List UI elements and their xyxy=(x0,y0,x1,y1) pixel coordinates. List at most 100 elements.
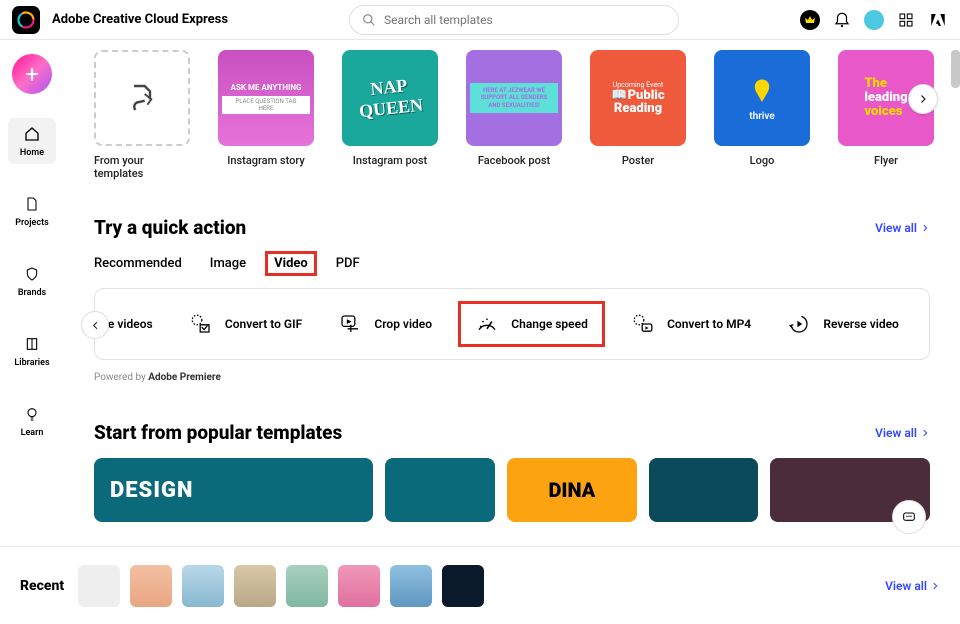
recent-thumbs xyxy=(78,565,484,607)
quick-action-card: ge videos Convert to GIF Crop video Chan… xyxy=(94,288,930,360)
recent-item[interactable] xyxy=(234,565,276,607)
action-label: Reverse video xyxy=(823,317,898,331)
recent-item[interactable] xyxy=(182,565,224,607)
sidebar-item-label: Libraries xyxy=(14,358,49,368)
template-instagram-story[interactable]: ASK ME ANYTHINGPLACE QUESTION TAG HERE I… xyxy=(218,50,314,180)
recent-item[interactable] xyxy=(286,565,328,607)
powered-by: Powered by Adobe Premiere xyxy=(94,372,930,383)
template-poster[interactable]: Upcoming Event📖PublicReading Poster xyxy=(590,50,686,180)
chevron-right-icon xyxy=(917,93,929,105)
sidebar-item-projects[interactable]: Projects xyxy=(8,188,56,234)
template-instagram-post[interactable]: NAPQUEEN Instagram post xyxy=(342,50,438,180)
template-thumb: thrive xyxy=(714,50,810,146)
template-thumb: NAPQUEEN xyxy=(342,50,438,146)
recent-item[interactable] xyxy=(442,565,484,607)
main-content: From your templates ASK ME ANYTHINGPLACE… xyxy=(64,40,960,546)
template-thumb: Upcoming Event📖PublicReading xyxy=(590,50,686,146)
action-convert-gif[interactable]: Convert to GIF xyxy=(179,301,312,347)
recent-item[interactable] xyxy=(390,565,432,607)
search-icon xyxy=(362,13,376,27)
premium-icon[interactable] xyxy=(800,10,820,30)
chat-icon xyxy=(901,509,917,525)
popular-template[interactable] xyxy=(385,458,495,522)
chevron-right-icon xyxy=(920,428,930,438)
recent-item[interactable] xyxy=(130,565,172,607)
book-icon xyxy=(22,334,42,354)
template-label: Instagram story xyxy=(227,154,304,167)
recent-item[interactable] xyxy=(338,565,380,607)
action-reverse-video[interactable]: Reverse video xyxy=(777,301,908,347)
template-logo[interactable]: thrive Logo xyxy=(714,50,810,180)
action-label: Crop video xyxy=(374,317,432,331)
template-label: Facebook post xyxy=(478,154,550,167)
action-label: Convert to MP4 xyxy=(667,317,751,331)
template-label: Flyer xyxy=(874,154,898,167)
sidebar-item-label: Projects xyxy=(15,218,48,228)
scroll-right-button[interactable] xyxy=(908,84,938,114)
apps-icon[interactable] xyxy=(896,10,916,30)
quick-action-tabs: Recommended Image Video PDF xyxy=(94,253,930,274)
search-box[interactable] xyxy=(349,5,679,35)
sidebar-item-label: Brands xyxy=(18,288,46,298)
section-title: Try a quick action xyxy=(94,216,246,239)
action-label: Convert to GIF xyxy=(225,317,302,331)
reverse-icon xyxy=(787,312,811,336)
template-thumb: ASK ME ANYTHINGPLACE QUESTION TAG HERE xyxy=(218,50,314,146)
view-all-link[interactable]: View all xyxy=(875,426,930,440)
popular-template[interactable] xyxy=(649,458,759,522)
top-bar: Adobe Creative Cloud Express xyxy=(0,0,960,40)
template-label: Poster xyxy=(622,154,654,167)
template-label: Instagram post xyxy=(353,154,427,167)
chevron-right-icon xyxy=(920,223,930,233)
sidebar-item-label: Home xyxy=(20,148,44,158)
tab-image[interactable]: Image xyxy=(210,253,246,274)
file-icon xyxy=(22,194,42,214)
template-label: Logo xyxy=(750,154,775,167)
avatar[interactable] xyxy=(864,10,884,30)
app-logo[interactable] xyxy=(12,6,40,34)
sidebar-item-libraries[interactable]: Libraries xyxy=(8,328,56,374)
sidebar-item-brands[interactable]: Brands xyxy=(8,258,56,304)
view-all-link[interactable]: View all xyxy=(875,221,930,235)
popular-template[interactable]: DESIGN xyxy=(94,458,373,522)
quick-action-header: Try a quick action View all xyxy=(94,216,930,239)
create-button[interactable]: + xyxy=(12,54,52,94)
action-change-speed[interactable]: Change speed xyxy=(458,301,605,347)
crop-icon xyxy=(338,312,362,336)
popular-templates-header: Start from popular templates View all xyxy=(94,421,930,444)
action-crop-video[interactable]: Crop video xyxy=(328,301,442,347)
template-thumb: HERE AT JEZWEAR WE SUPPORT ALL GENDERS A… xyxy=(466,50,562,146)
template-from-your-templates[interactable]: From your templates xyxy=(94,50,190,180)
template-facebook-post[interactable]: HERE AT JEZWEAR WE SUPPORT ALL GENDERS A… xyxy=(466,50,562,180)
help-button[interactable] xyxy=(892,500,926,534)
tab-video[interactable]: Video xyxy=(274,253,308,274)
recent-item[interactable] xyxy=(78,565,120,607)
chevron-right-icon xyxy=(930,581,940,591)
search-input[interactable] xyxy=(384,13,666,27)
popular-template[interactable]: DINA xyxy=(507,458,637,522)
template-flyer[interactable]: Theleadingvoices Flyer xyxy=(838,50,934,180)
chevron-left-icon xyxy=(90,320,101,331)
action-convert-mp4[interactable]: Convert to MP4 xyxy=(621,301,761,347)
actions-list: ge videos Convert to GIF Crop video Chan… xyxy=(107,301,917,347)
section-title: Start from popular templates xyxy=(94,421,342,444)
scroll-left-button[interactable] xyxy=(81,311,109,339)
sidebar-item-learn[interactable]: Learn xyxy=(8,398,56,444)
sidebar-item-home[interactable]: Home xyxy=(8,118,56,164)
top-icons xyxy=(800,10,948,30)
gif-icon xyxy=(189,312,213,336)
template-thumb xyxy=(94,50,190,146)
tab-pdf[interactable]: PDF xyxy=(336,253,360,274)
view-all-link[interactable]: View all xyxy=(885,579,940,593)
lightbulb-icon xyxy=(22,404,42,424)
adobe-icon[interactable] xyxy=(928,10,948,30)
shield-icon xyxy=(22,264,42,284)
scrollbar[interactable] xyxy=(951,50,960,88)
templates-row: From your templates ASK ME ANYTHINGPLACE… xyxy=(94,50,930,180)
action-label: Change speed xyxy=(511,317,588,331)
notifications-icon[interactable] xyxy=(832,10,852,30)
tab-recommended[interactable]: Recommended xyxy=(94,253,182,274)
app-title: Adobe Creative Cloud Express xyxy=(52,12,228,27)
template-label: From your templates xyxy=(94,154,190,180)
recent-bar: Recent View all xyxy=(0,546,960,624)
